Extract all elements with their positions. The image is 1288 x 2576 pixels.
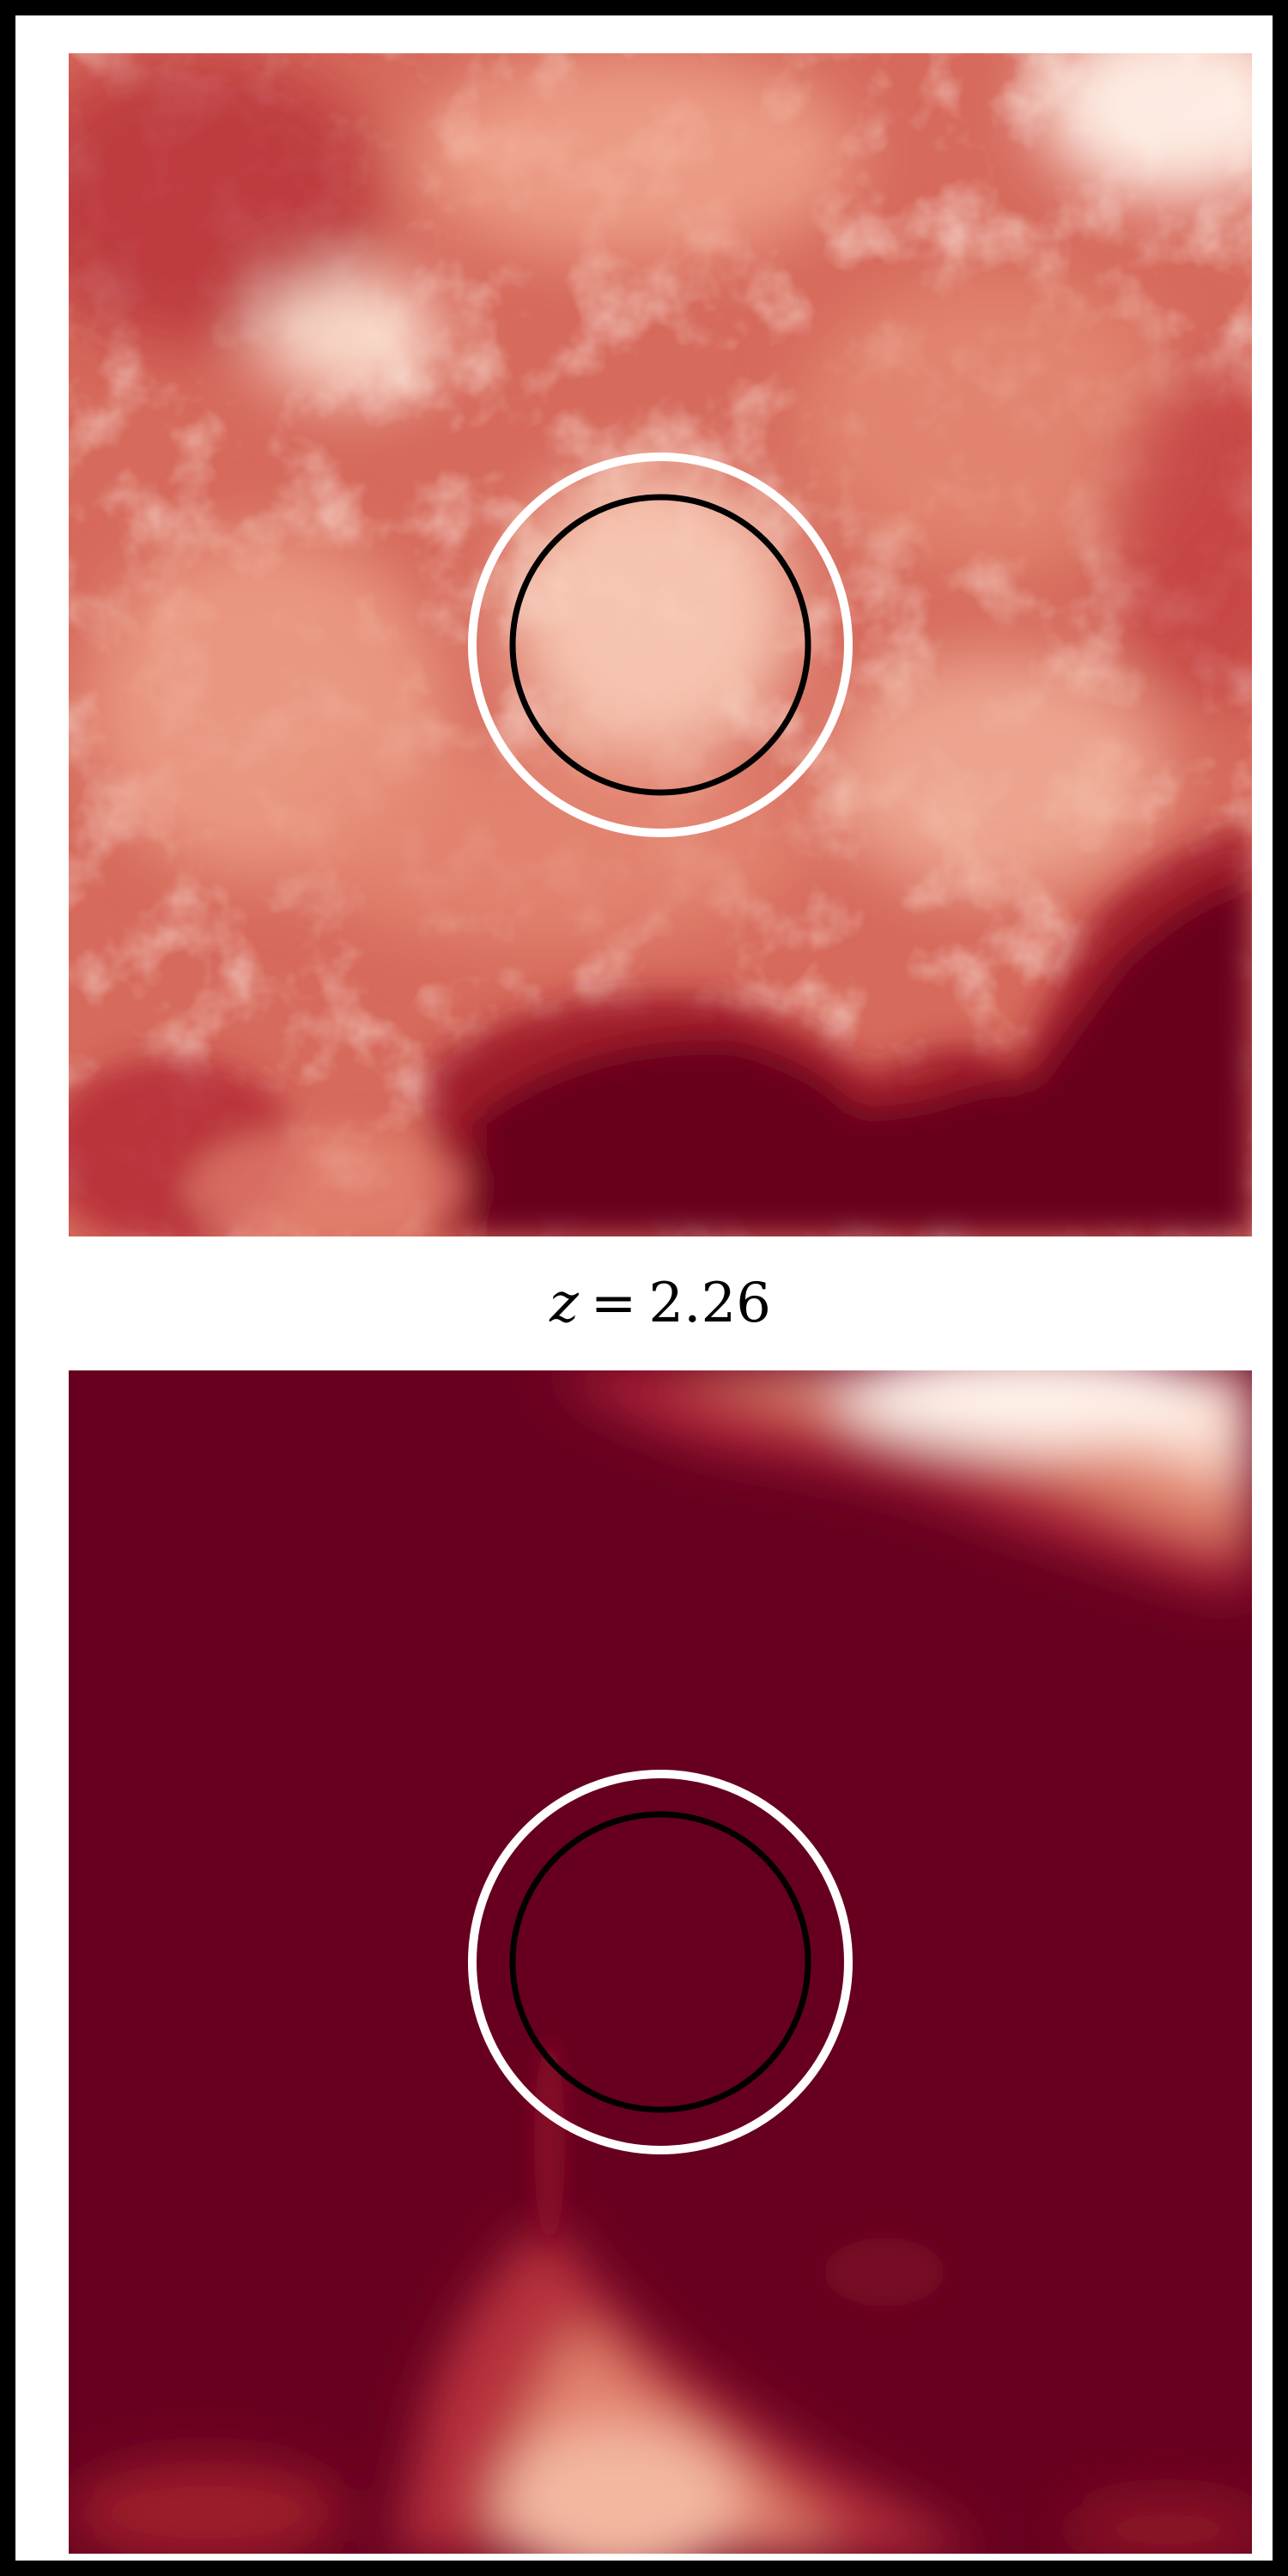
bottom-map-svg	[69, 1370, 1252, 2554]
figure-frame: z = 2.26	[15, 15, 1273, 2561]
equals-sign: =	[590, 1272, 637, 1335]
redshift-value: 2.26	[648, 1272, 771, 1335]
bottom-density-map	[69, 1370, 1252, 2554]
redshift-label: z = 2.26	[69, 1239, 1252, 1368]
top-density-map	[69, 53, 1252, 1236]
redshift-variable: z	[550, 1272, 579, 1335]
top-map-svg	[69, 53, 1252, 1236]
